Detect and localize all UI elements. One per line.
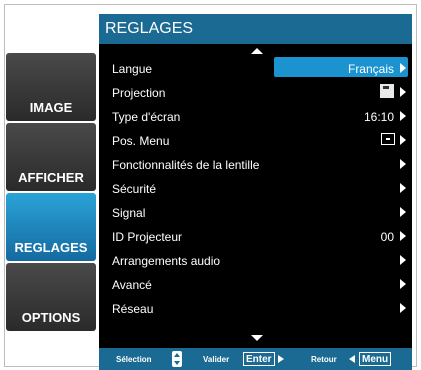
menu-key: Menu [359,352,392,366]
chevron-right-icon[interactable] [400,231,406,241]
menu-row-label: Type d'écran [112,110,181,124]
menu-row-label: Avancé [112,278,152,292]
menu-row-label: Arrangements audio [112,254,221,268]
chevron-right-icon[interactable] [400,279,406,289]
menu-row-value: Français [347,62,394,76]
menu-row-projection[interactable]: Projection [99,80,412,104]
up-down-icon [172,351,182,367]
sidebar-item-reglages[interactable]: REGLAGES [6,193,96,261]
enter-key: Enter [243,352,275,366]
sidebar-item-label: AFFICHER [18,170,84,185]
menu-row-value: 00 [380,230,394,244]
menu-row-reseau[interactable]: Réseau [99,296,412,320]
menu-row-label: Pos. Menu [112,134,170,148]
projection-icon [380,84,394,98]
menu-row-label: Signal [112,206,146,220]
menu-row-langue[interactable]: Langue Français [99,56,412,80]
sidebar-item-image[interactable]: IMAGE [6,53,96,121]
sidebar-item-label: IMAGE [29,100,73,115]
arrow-left-icon [349,355,355,363]
menu-row-pos-menu[interactable]: Pos. Menu [99,128,412,152]
page-title: REGLAGES [99,14,412,44]
scroll-up-icon[interactable] [251,48,263,54]
footer-validate-label: Valider [203,355,230,364]
menu-row-label: Fonctionnalités de la lentille [112,158,260,172]
menu-row-label: Sécurité [112,182,157,196]
menu-row-securite[interactable]: Sécurité [99,176,412,200]
settings-panel: REGLAGES Langue Français Projection Type… [99,14,412,370]
menu-row-fonctionnalites-lentille[interactable]: Fonctionnalités de la lentille [99,152,412,176]
menu-row-type-ecran[interactable]: Type d'écran 16:10 [99,104,412,128]
menu-row-label: Langue [112,62,153,76]
footer-selection-label: Sélection [116,355,152,364]
chevron-right-icon[interactable] [400,135,406,145]
menu-list: Langue Français Projection Type d'écran … [99,56,412,320]
menu-row-label: ID Projecteur [112,230,183,244]
chevron-right-icon[interactable] [400,63,406,73]
scroll-down-icon[interactable] [251,335,263,341]
sidebar: IMAGE AFFICHER REGLAGES OPTIONS [6,53,96,333]
chevron-right-icon[interactable] [400,183,406,193]
sidebar-item-label: OPTIONS [21,310,81,325]
menu-row-signal[interactable]: Signal [99,200,412,224]
arrow-right-icon [278,355,284,363]
sidebar-item-afficher[interactable]: AFFICHER [6,123,96,191]
chevron-right-icon[interactable] [400,303,406,313]
chevron-right-icon[interactable] [400,111,406,121]
menu-row-value: 16:10 [363,110,394,124]
menu-row-avance[interactable]: Avancé [99,272,412,296]
menu-row-label: Projection [112,86,166,100]
menu-row-arrangements-audio[interactable]: Arrangements audio [99,248,412,272]
chevron-right-icon[interactable] [400,159,406,169]
footer-hints: Sélection Valider Enter Retour Menu [99,348,412,370]
sidebar-item-options[interactable]: OPTIONS [6,263,96,331]
footer-back-label: Retour [311,355,337,364]
sidebar-item-label: REGLAGES [14,240,88,255]
chevron-right-icon[interactable] [400,255,406,265]
chevron-right-icon[interactable] [400,207,406,217]
menu-row-label: Réseau [112,302,154,316]
menu-row-id-projecteur[interactable]: ID Projecteur 00 [99,224,412,248]
chevron-right-icon[interactable] [400,87,406,97]
menu-position-icon [381,133,395,145]
